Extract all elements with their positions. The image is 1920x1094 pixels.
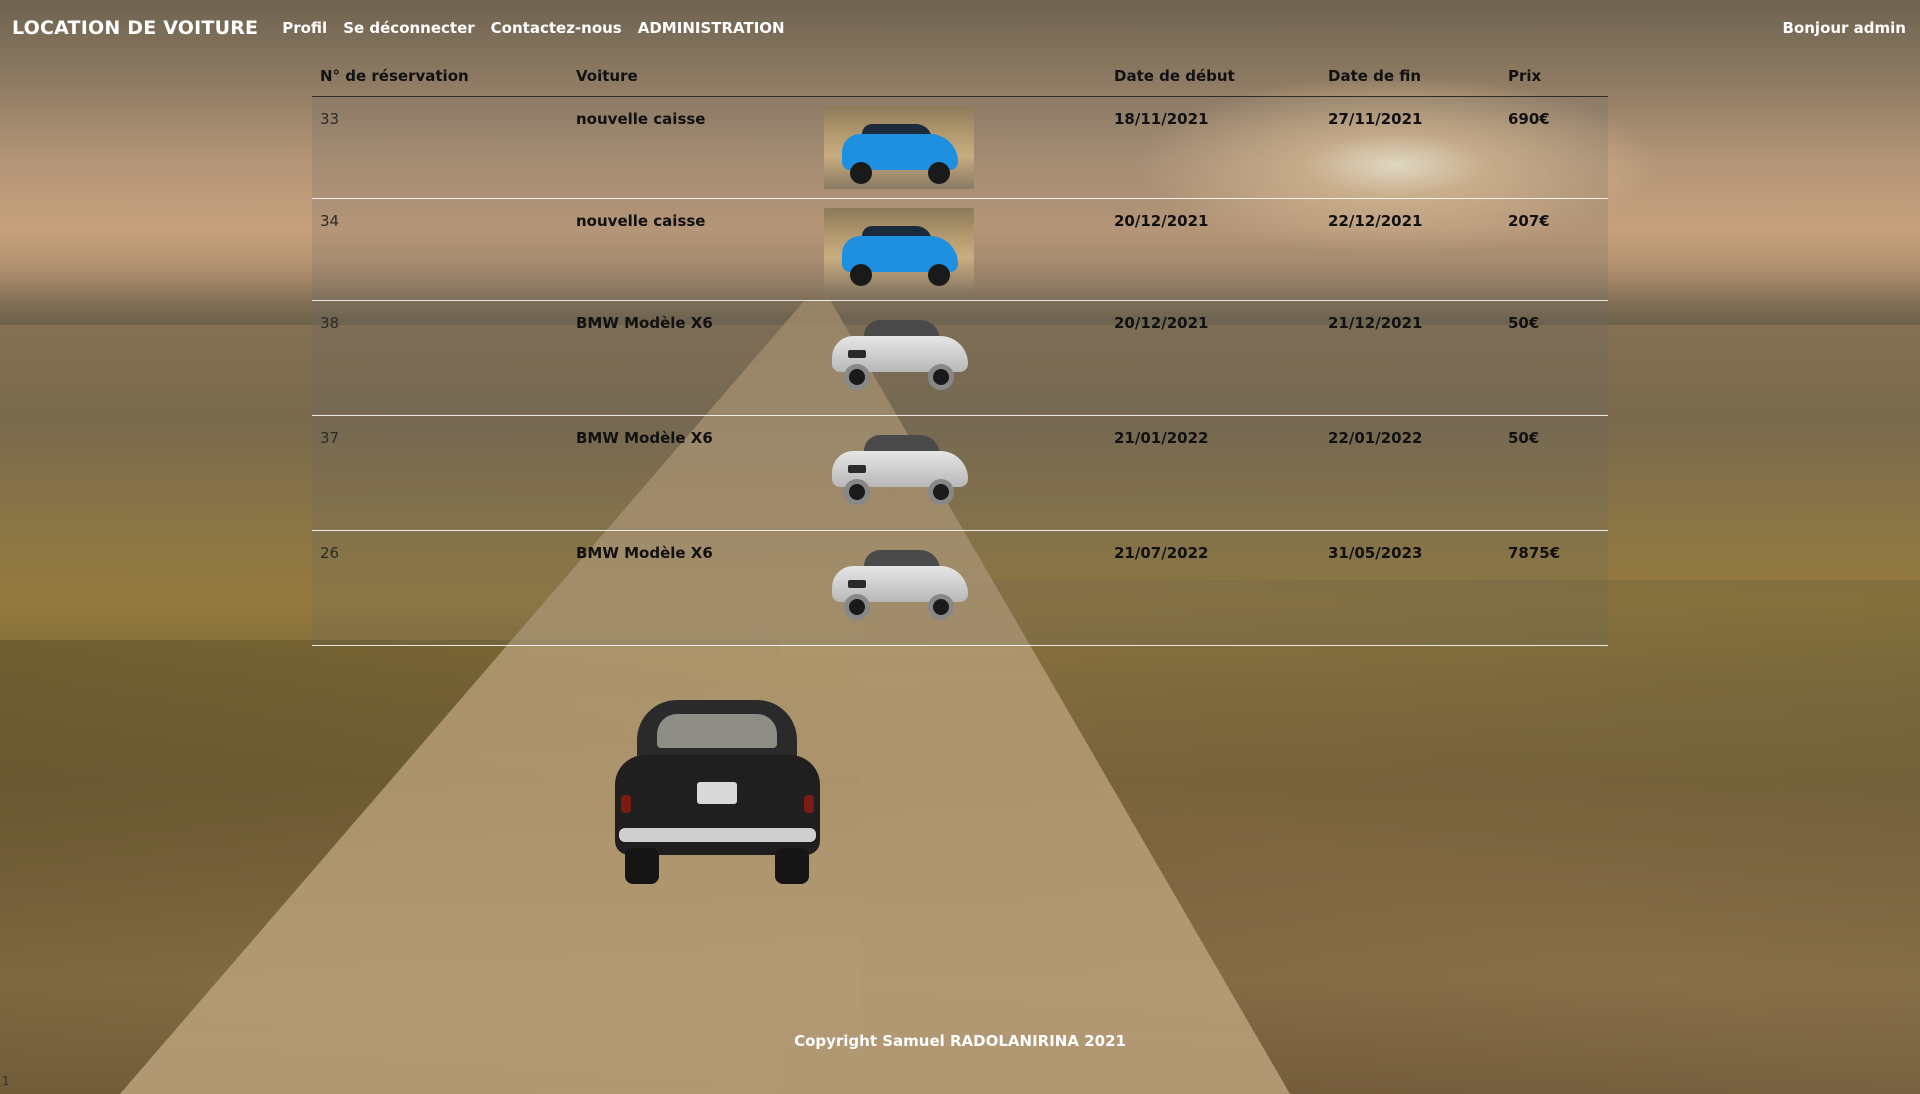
header-price: Prix <box>1500 56 1608 97</box>
table-row: 38 BMW Modèle X6 20/12/2021 21/12/2021 5… <box>312 300 1608 416</box>
user-greeting: Bonjour admin <box>1782 19 1906 37</box>
end-date: 21/12/2021 <box>1320 300 1500 416</box>
car-image-cell <box>816 530 1106 646</box>
end-date: 22/12/2021 <box>1320 198 1500 301</box>
header-start-date: Date de début <box>1106 56 1320 97</box>
background-field-right <box>860 580 1920 1094</box>
nav-link-logout[interactable]: Se déconnecter <box>343 19 474 37</box>
corner-text: 1 <box>2 1074 10 1088</box>
header-car: Voiture <box>568 56 816 97</box>
table-row: 26 BMW Modèle X6 21/07/2022 31/05/2023 7… <box>312 530 1608 646</box>
blue-suv-icon <box>824 207 974 291</box>
header-reservation-number: N° de réservation <box>312 56 568 97</box>
start-date: 18/11/2021 <box>1106 96 1320 199</box>
table-row: 33 nouvelle caisse 18/11/2021 27/11/2021… <box>312 96 1608 199</box>
start-date: 21/01/2022 <box>1106 415 1320 531</box>
car-image-cell <box>816 96 1106 199</box>
header-car-image <box>816 56 1106 97</box>
silver-bmw-icon <box>824 425 974 508</box>
nav-link-administration[interactable]: ADMINISTRATION <box>638 19 785 37</box>
price: 7875€ <box>1500 530 1608 646</box>
background-vintage-car <box>615 700 820 885</box>
price: 50€ <box>1500 415 1608 531</box>
reservations-table-container: N° de réservation Voiture Date de début … <box>312 56 1608 646</box>
car-name: nouvelle caisse <box>568 96 816 199</box>
car-image-cell <box>816 198 1106 301</box>
end-date: 22/01/2022 <box>1320 415 1500 531</box>
start-date: 21/07/2022 <box>1106 530 1320 646</box>
price: 207€ <box>1500 198 1608 301</box>
nav-link-profil[interactable]: Profil <box>282 19 327 37</box>
reservation-id: 34 <box>312 198 568 301</box>
blue-suv-icon <box>824 105 974 189</box>
car-name: BMW Modèle X6 <box>568 300 816 416</box>
background-field-left <box>0 640 780 1094</box>
start-date: 20/12/2021 <box>1106 300 1320 416</box>
car-image-cell <box>816 300 1106 416</box>
end-date: 27/11/2021 <box>1320 96 1500 199</box>
reservation-id: 33 <box>312 96 568 199</box>
silver-bmw-icon <box>824 310 974 393</box>
end-date: 31/05/2023 <box>1320 530 1500 646</box>
silver-bmw-icon <box>824 540 974 623</box>
reservation-id: 37 <box>312 415 568 531</box>
car-name: BMW Modèle X6 <box>568 530 816 646</box>
header-end-date: Date de fin <box>1320 56 1500 97</box>
price: 50€ <box>1500 300 1608 416</box>
footer-copyright: Copyright Samuel RADOLANIRINA 2021 <box>794 1032 1126 1050</box>
table-row: 37 BMW Modèle X6 21/01/2022 22/01/2022 5… <box>312 415 1608 531</box>
price: 690€ <box>1500 96 1608 199</box>
reservation-id: 38 <box>312 300 568 416</box>
nav-link-contact[interactable]: Contactez-nous <box>491 19 622 37</box>
brand-title[interactable]: LOCATION DE VOITURE <box>12 17 258 39</box>
navbar: LOCATION DE VOITURE Profil Se déconnecte… <box>0 0 1920 56</box>
car-name: BMW Modèle X6 <box>568 415 816 531</box>
car-image-cell <box>816 415 1106 531</box>
table-row: 34 nouvelle caisse 20/12/2021 22/12/2021… <box>312 198 1608 301</box>
start-date: 20/12/2021 <box>1106 198 1320 301</box>
reservations-table: N° de réservation Voiture Date de début … <box>312 56 1608 646</box>
car-name: nouvelle caisse <box>568 198 816 301</box>
table-header-row: N° de réservation Voiture Date de début … <box>312 56 1608 97</box>
reservation-id: 26 <box>312 530 568 646</box>
